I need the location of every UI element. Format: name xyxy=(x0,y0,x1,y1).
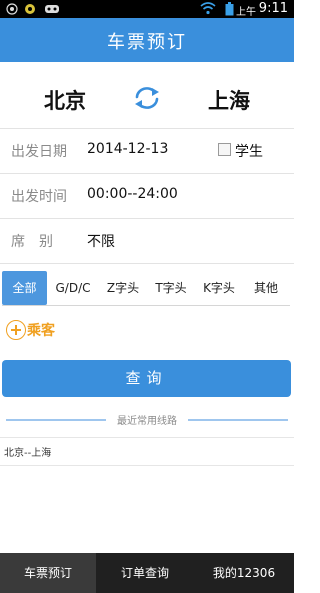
date-value[interactable]: 2014-12-13 xyxy=(87,141,168,157)
game-icon xyxy=(45,5,59,13)
date-label: 出发日期 xyxy=(11,144,67,160)
station-selector: 北京 上海 xyxy=(0,62,294,129)
train-type-tabs: 全部 G/D/C Z字头 T字头 K字头 其他 xyxy=(2,271,290,306)
nav-my-12306[interactable]: 我的12306 xyxy=(194,553,294,593)
nav-order-query[interactable]: 订单查询 xyxy=(96,553,194,593)
recent-routes-header: 最近常用线路 xyxy=(0,410,294,430)
sync-icon xyxy=(25,4,35,14)
wifi-icon xyxy=(200,2,216,15)
tab-t[interactable]: T字头 xyxy=(148,271,194,305)
battery-icon xyxy=(225,2,234,16)
seat-label: 席 别 xyxy=(11,234,53,250)
bottom-nav: 车票预订 订单查询 我的12306 xyxy=(0,553,294,593)
seat-row[interactable]: 席 别 不限 xyxy=(0,218,294,264)
arrival-station[interactable]: 上海 xyxy=(208,85,250,115)
recent-route-label: 北京--上海 xyxy=(4,448,52,459)
student-label: 学生 xyxy=(235,144,263,160)
status-bar: 上午 9:11 xyxy=(0,0,294,18)
status-ampm: 上午 xyxy=(236,7,256,18)
time-value[interactable]: 00:00--24:00 xyxy=(87,186,178,202)
query-button[interactable]: 查询 xyxy=(2,360,291,397)
nav-ticket-booking[interactable]: 车票预订 xyxy=(0,553,96,593)
notification-icon xyxy=(6,3,18,15)
title-bar: 车票预订 xyxy=(0,18,294,62)
tab-other[interactable]: 其他 xyxy=(244,271,288,305)
time-label: 出发时间 xyxy=(11,189,67,205)
page-title: 车票预订 xyxy=(107,32,187,53)
recent-route-item[interactable]: 北京--上海 xyxy=(0,437,294,466)
date-row[interactable]: 出发日期 2014-12-13 学生 xyxy=(0,128,294,174)
passenger-label: 乘客 xyxy=(27,323,55,339)
tab-z[interactable]: Z字头 xyxy=(100,271,146,305)
tab-gdc[interactable]: G/D/C xyxy=(50,271,96,305)
swap-arrows-icon[interactable] xyxy=(133,86,161,110)
tab-all[interactable]: 全部 xyxy=(2,271,47,305)
status-time: 9:11 xyxy=(258,1,288,16)
student-checkbox[interactable] xyxy=(218,143,231,156)
add-circle-icon xyxy=(6,320,26,340)
seat-value[interactable]: 不限 xyxy=(87,231,115,251)
recent-title: 最近常用线路 xyxy=(117,416,177,427)
tab-k[interactable]: K字头 xyxy=(196,271,242,305)
time-row[interactable]: 出发时间 00:00--24:00 xyxy=(0,173,294,219)
departure-station[interactable]: 北京 xyxy=(44,85,86,115)
